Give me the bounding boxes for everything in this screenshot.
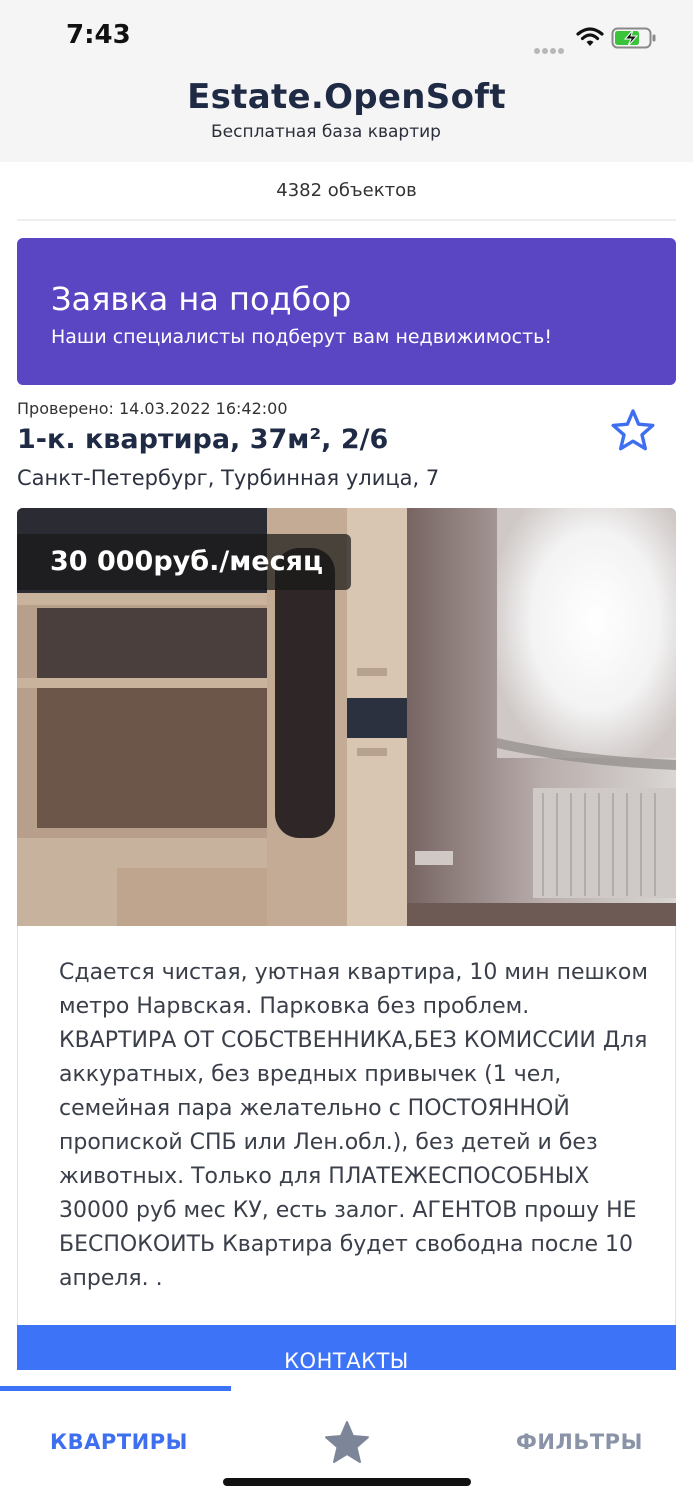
home-indicator[interactable] — [223, 1478, 471, 1486]
promo-text: Наши специалисты подберут вам недвижимос… — [51, 326, 552, 348]
battery-charging-icon — [611, 27, 656, 49]
tab-apartments[interactable]: КВАРТИРЫ — [50, 1430, 188, 1454]
star-filled-icon[interactable] — [323, 1420, 371, 1466]
tab-filters[interactable]: ФИЛЬТРЫ — [516, 1430, 643, 1454]
status-time: 7:43 — [66, 20, 131, 50]
promo-banner[interactable]: Заявка на подбор Наши специалисты подбер… — [17, 238, 676, 385]
listing-title: 1-к. квартира, 37м², 2/6 — [17, 424, 389, 455]
wifi-icon — [576, 27, 604, 46]
star-outline-icon[interactable] — [609, 408, 657, 454]
contacts-button[interactable]: КОНТАКТЫ — [17, 1325, 676, 1370]
divider — [17, 219, 676, 221]
active-tab-indicator — [0, 1386, 231, 1391]
price-badge: 30 000руб./месяц — [17, 534, 351, 590]
listing-address: Санкт-Петербург, Турбинная улица, 7 — [17, 466, 440, 490]
listing-description: Сдается чистая, уютная квартира, 10 мин … — [59, 960, 648, 1291]
signal-dots-icon — [534, 39, 566, 58]
app-subtitle: Бесплатная база квартир — [211, 122, 441, 142]
listing-count: 4382 объектов — [276, 180, 417, 201]
promo-title: Заявка на подбор — [51, 280, 352, 318]
app-title: Estate.OpenSoft — [187, 77, 506, 117]
checked-date: Проверено: 14.03.2022 16:42:00 — [17, 399, 288, 418]
